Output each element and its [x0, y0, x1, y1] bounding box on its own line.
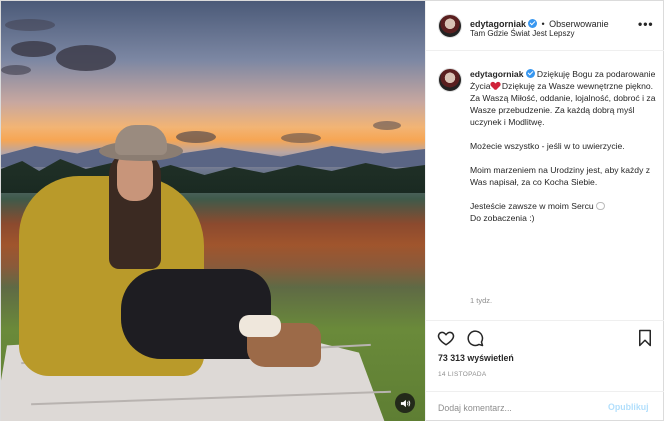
post-photo[interactable] [1, 1, 425, 421]
comment-icon[interactable] [466, 329, 484, 347]
caption-text-part: Do zobaczenia :) [470, 213, 535, 223]
cloud-shape [373, 121, 401, 130]
cloud-shape [11, 41, 56, 57]
caption-text: edytagorniak Dziękuję Bogu za podarowani… [470, 68, 658, 236]
follow-separator: • [541, 19, 545, 29]
caption-paragraph: edytagorniak Dziękuję Bogu za podarowani… [470, 68, 658, 128]
publish-button[interactable]: Opublikuj [608, 402, 649, 412]
cloud-shape [176, 131, 216, 143]
caption-area: edytagorniak Dziękuję Bogu za podarowani… [426, 52, 664, 320]
boot-cuff [239, 315, 281, 337]
cloud-shape [1, 65, 31, 75]
caption-timestamp[interactable]: 1 tydz. [470, 296, 492, 305]
hat-crown [115, 125, 167, 155]
white-heart-emoji-icon [596, 202, 606, 210]
bookmark-icon[interactable] [636, 329, 654, 347]
views-count[interactable]: 73 313 wyświetleń [438, 353, 514, 363]
cloud-shape [5, 19, 55, 31]
red-heart-emoji-icon [491, 82, 500, 90]
speaker-icon[interactable] [395, 393, 415, 413]
caption-paragraph: Jesteście zawsze w moim Sercu Do zobacze… [470, 200, 658, 224]
post-side-panel: edytagorniak • Obserwowanie Tam Gdzie Św… [425, 1, 664, 421]
verified-badge-icon [525, 69, 535, 78]
header-username[interactable]: edytagorniak [470, 19, 526, 29]
more-options-icon[interactable]: ••• [638, 17, 654, 31]
caption-paragraph: Moim marzeniem na Urodziny jest, aby każ… [470, 165, 651, 187]
caption-username[interactable]: edytagorniak [470, 69, 524, 79]
verified-badge-icon [528, 19, 538, 28]
add-comment-bar: Opublikuj [426, 391, 664, 421]
post-header: edytagorniak • Obserwowanie Tam Gdzie Św… [426, 1, 664, 51]
caption-paragraph: Możecie wszystko - jeśli w to uwierzycie… [470, 141, 625, 151]
action-bar [426, 320, 664, 352]
cloud-shape [281, 133, 321, 143]
location-link[interactable]: Tam Gdzie Świat Jest Lepszy [470, 29, 574, 38]
heart-icon[interactable] [437, 329, 455, 347]
follow-status-button[interactable]: Obserwowanie [549, 19, 609, 29]
avatar[interactable] [438, 14, 462, 38]
instagram-post-frame: edytagorniak • Obserwowanie Tam Gdzie Św… [0, 0, 664, 421]
caption-text-part: Jesteście zawsze w moim Sercu [470, 201, 597, 211]
comment-input[interactable] [438, 401, 598, 415]
caption-avatar[interactable] [438, 68, 462, 92]
post-date[interactable]: 14 listopada [438, 371, 487, 378]
cloud-shape [56, 45, 116, 71]
